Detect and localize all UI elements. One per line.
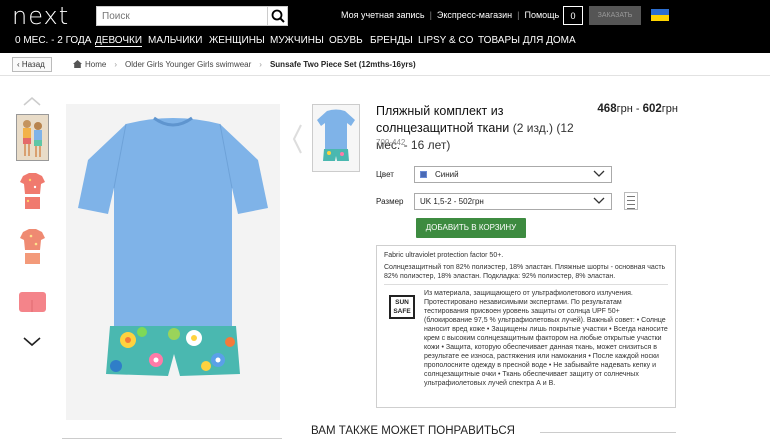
- nav-shoes[interactable]: ОБУВЬ: [329, 35, 363, 46]
- thumbnail-4[interactable]: [16, 280, 49, 327]
- divider: [540, 432, 676, 433]
- add-to-cart-button[interactable]: ДОБАВИТЬ В КОРЗИНУ: [416, 218, 526, 238]
- color-value: Синий: [435, 170, 459, 179]
- sunsafe-text: Из материала, защищающего от ультрафиоле…: [424, 290, 668, 387]
- product-code: 700-442: [376, 138, 406, 147]
- composition-text: Солнцезащитный топ 82% полиэстер, 18% эл…: [384, 264, 666, 280]
- product-thumbnail[interactable]: [312, 104, 360, 172]
- back-button[interactable]: ‹ Назад: [12, 57, 52, 72]
- chevron-down-icon: [593, 197, 605, 204]
- recommendations-title: ВАМ ТАКЖЕ МОЖЕТ ПОНРАВИТЬСЯ: [311, 425, 515, 437]
- size-guide-icon[interactable]: [624, 192, 638, 210]
- nav-women[interactable]: ЖЕНЩИНЫ: [209, 35, 265, 46]
- price-currency-2: грн: [661, 103, 678, 115]
- size-label: Размер: [376, 197, 404, 206]
- ukraine-flag-icon[interactable]: [651, 9, 669, 21]
- color-swatch: [420, 171, 427, 178]
- nav-home[interactable]: ТОВАРЫ ДЛЯ ДОМА: [478, 35, 576, 46]
- search-button[interactable]: [267, 7, 287, 25]
- crumb-category[interactable]: Older Girls Younger Girls swimwear: [125, 60, 251, 69]
- price-from: 468: [597, 103, 617, 115]
- thumbnail-1[interactable]: [16, 114, 49, 161]
- product-price: 468грн - 602грн: [586, 103, 678, 115]
- thumbnail-2[interactable]: [16, 170, 49, 217]
- price-currency-1: грн: [616, 103, 633, 115]
- chevron-down-icon[interactable]: [23, 337, 41, 347]
- thumbnail-3[interactable]: [16, 224, 49, 271]
- nav-lipsy[interactable]: LIPSY & CO: [418, 35, 473, 46]
- price-separator: -: [632, 103, 643, 115]
- top-header: next Моя учетная запись|Экспресс-магазин…: [0, 0, 770, 31]
- next-logo[interactable]: next: [12, 2, 69, 30]
- chevron-up-icon[interactable]: [23, 96, 41, 106]
- shopping-bag-button[interactable]: 0: [563, 6, 583, 25]
- chevron-left-icon[interactable]: [292, 124, 302, 154]
- search-box[interactable]: [96, 6, 288, 26]
- search-input[interactable]: [97, 7, 267, 25]
- size-select[interactable]: UK 1,5-2 - 502грн: [414, 193, 612, 210]
- main-product-image[interactable]: [66, 104, 280, 420]
- checkout-button[interactable]: ЗАКАЗАТЬ: [589, 6, 641, 25]
- search-icon: [271, 9, 285, 23]
- nav-girls[interactable]: ДЕВОЧКИ: [95, 35, 143, 47]
- color-select[interactable]: Синий: [414, 166, 612, 183]
- size-value: UK 1,5-2 - 502грн: [420, 197, 484, 206]
- bag-count: 0: [570, 11, 576, 21]
- express-shop-link[interactable]: Экспресс-магазин: [437, 10, 512, 20]
- help-link[interactable]: Помощь: [524, 10, 559, 20]
- account-links: Моя учетная запись | Экспресс-магазин | Помо…: [341, 10, 560, 20]
- nav-boys[interactable]: МАЛЬЧИКИ: [148, 35, 202, 46]
- chevron-down-icon: [593, 170, 605, 177]
- divider: [62, 438, 282, 439]
- fabric-line: Fabric ultraviolet protection factor 50+…: [384, 252, 504, 259]
- price-to: 602: [642, 103, 662, 115]
- sunsafe-badge: SUN SAFE: [389, 295, 415, 319]
- nav-baby[interactable]: 0 МЕС. - 2 ГОДА: [15, 35, 91, 46]
- product-title-main: Пляжный комплект из солнцезащитной ткани: [376, 104, 510, 135]
- home-icon: [73, 60, 82, 68]
- breadcrumb: ‹ Назад Home › Older Girls Younger Girls s…: [0, 53, 770, 76]
- nav-men[interactable]: МУЖЧИНЫ: [270, 35, 324, 46]
- product-title: Пляжный комплект из солнцезащитной ткани…: [376, 103, 586, 154]
- product-description: Fabric ultraviolet protection factor 50+…: [376, 245, 676, 408]
- crumb-home[interactable]: Home: [85, 60, 106, 69]
- main-nav: 0 МЕС. - 2 ГОДА ДЕВОЧКИ МАЛЬЧИКИ ЖЕНЩИНЫ…: [0, 31, 770, 53]
- back-label: Назад: [21, 60, 45, 69]
- color-label: Цвет: [376, 170, 394, 179]
- crumb-current: Sunsafe Two Piece Set (12mths-16yrs): [269, 60, 416, 69]
- my-account-link[interactable]: Моя учетная запись: [341, 10, 425, 20]
- nav-brands[interactable]: БРЕНДЫ: [370, 35, 413, 46]
